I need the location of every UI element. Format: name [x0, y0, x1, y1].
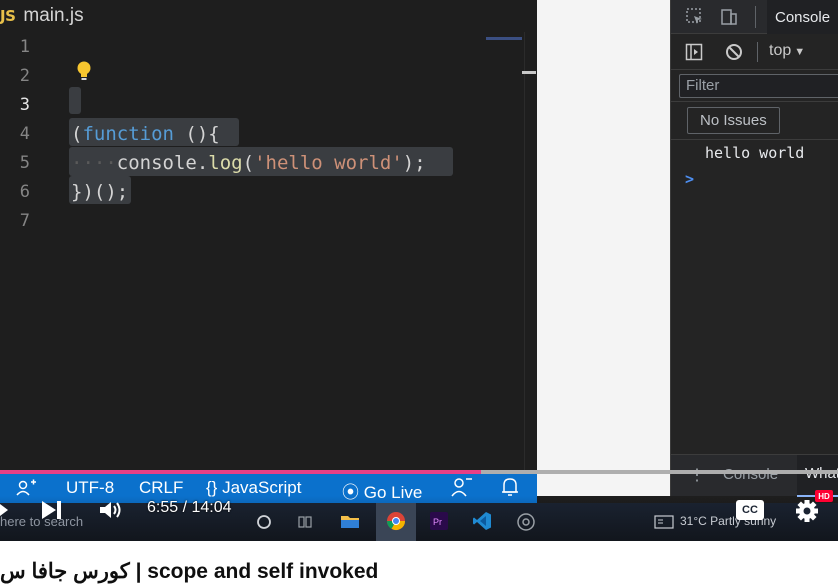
console-log-message: hello world: [705, 144, 805, 162]
editor-tab-bar: JS main.js: [0, 0, 537, 32]
devtools-tab-bar: Console: [671, 0, 838, 34]
console-filter-input[interactable]: Filter: [679, 74, 838, 98]
devtools-tab-console[interactable]: Console: [755, 0, 838, 34]
hd-badge: HD: [815, 490, 833, 502]
bell-icon[interactable]: [500, 476, 520, 498]
code-string: 'hello world': [254, 151, 403, 174]
volume-icon[interactable]: [98, 499, 124, 521]
code-function: log: [208, 151, 243, 174]
code-keyword: function: [82, 122, 174, 145]
code-line: 6 })();: [0, 177, 525, 206]
clear-console-icon[interactable]: [725, 43, 743, 61]
line-number: 5: [19, 152, 30, 173]
devtools-tab-label: Console: [775, 8, 831, 26]
code-text: (function (){: [71, 123, 220, 145]
video-player[interactable]: JS main.js 1 2 3 4 (function (){5 ····c…: [0, 0, 838, 541]
whitespace-marker: ····: [71, 151, 117, 174]
status-language-mode[interactable]: {} JavaScript: [206, 478, 301, 498]
drawer-tab-console[interactable]: Console: [723, 466, 778, 483]
context-selector[interactable]: top ▼: [769, 42, 805, 60]
next-video-icon[interactable]: [40, 499, 64, 521]
lightbulb-icon[interactable]: [76, 61, 92, 83]
code-text: })();: [71, 180, 129, 203]
weather-widget-icon[interactable]: [654, 515, 674, 529]
code-token: (: [71, 122, 83, 145]
svg-text:Pr: Pr: [433, 517, 442, 527]
devtools-panel: Console top ▼ Filter No Issues hello wor…: [670, 0, 838, 497]
console-prompt-icon[interactable]: >: [685, 170, 694, 188]
sidebar-toggle-icon[interactable]: [685, 43, 703, 61]
file-explorer-icon[interactable]: [340, 512, 360, 530]
code-editor: JS main.js 1 2 3 4 (function (){5 ····c…: [0, 0, 537, 470]
line-number: 6: [19, 181, 30, 202]
premiere-pro-icon[interactable]: Pr: [430, 512, 448, 530]
more-options-icon[interactable]: ⋮: [689, 465, 705, 485]
code-line: 5 ····console.log('hello world');: [0, 148, 525, 177]
caret-down-icon: ▼: [794, 46, 806, 58]
status-encoding[interactable]: UTF-8: [66, 478, 114, 498]
code-line: 7: [0, 206, 525, 235]
inspect-element-icon[interactable]: [685, 7, 705, 27]
line-number: 2: [19, 65, 30, 86]
code-line: 3: [0, 90, 525, 119]
live-share-icon[interactable]: [450, 476, 474, 498]
video-time-display: 6:55 / 14:04: [147, 499, 232, 516]
code-text: ····console.log('hello world');: [71, 152, 426, 174]
code-token: );: [402, 151, 426, 174]
accounts-icon[interactable]: [14, 478, 40, 498]
issues-row: No Issues: [671, 102, 838, 140]
chrome-icon[interactable]: [386, 511, 406, 531]
devtools-drawer-tabs: ⋮ Console What: [671, 454, 838, 497]
hd-label: HD: [818, 491, 830, 501]
code-token: (){: [173, 122, 220, 145]
line-number: 1: [19, 36, 30, 57]
vscode-icon[interactable]: [472, 511, 492, 531]
context-selector-label: top: [769, 42, 792, 59]
video-progress-buffered[interactable]: [481, 470, 838, 474]
status-line-ending[interactable]: CRLF: [139, 478, 183, 498]
code-line: 4 (function (){: [0, 119, 525, 148]
code-token: console: [116, 151, 197, 174]
filter-row: Filter: [671, 70, 838, 102]
subtitles-button[interactable]: CC: [736, 500, 764, 520]
task-view-icon[interactable]: [297, 514, 313, 530]
divider: [755, 6, 756, 28]
javascript-file-icon: JS: [0, 7, 16, 25]
code-token: .: [196, 151, 209, 174]
issues-button[interactable]: No Issues: [687, 107, 780, 134]
browser-page-area: [537, 0, 670, 496]
code-area[interactable]: 1 2 3 4 (function (){ 5 ····console.log(…: [0, 32, 537, 470]
line-number-active: 3: [19, 94, 30, 115]
divider: [757, 42, 758, 62]
app-icon[interactable]: [516, 512, 536, 532]
editor-tab-label: main.js: [23, 5, 84, 26]
line-number: 7: [19, 210, 30, 231]
video-progress-played[interactable]: [0, 470, 481, 474]
filter-placeholder: Filter: [686, 77, 720, 94]
device-toolbar-icon[interactable]: [719, 7, 739, 27]
cc-label: CC: [742, 504, 758, 516]
youtube-watch-page: JS main.js 1 2 3 4 (function (){5 ····c…: [0, 0, 838, 585]
code-token: (: [242, 151, 255, 174]
video-title: كورس جافا س | scope and self invoked: [0, 560, 379, 583]
code-line: 1: [0, 32, 525, 61]
line-number: 4: [19, 123, 30, 144]
play-icon[interactable]: [0, 499, 10, 521]
editor-tab-main-js[interactable]: JS main.js: [0, 0, 84, 32]
cortana-icon[interactable]: [256, 514, 272, 530]
console-toolbar: top ▼: [671, 34, 838, 70]
